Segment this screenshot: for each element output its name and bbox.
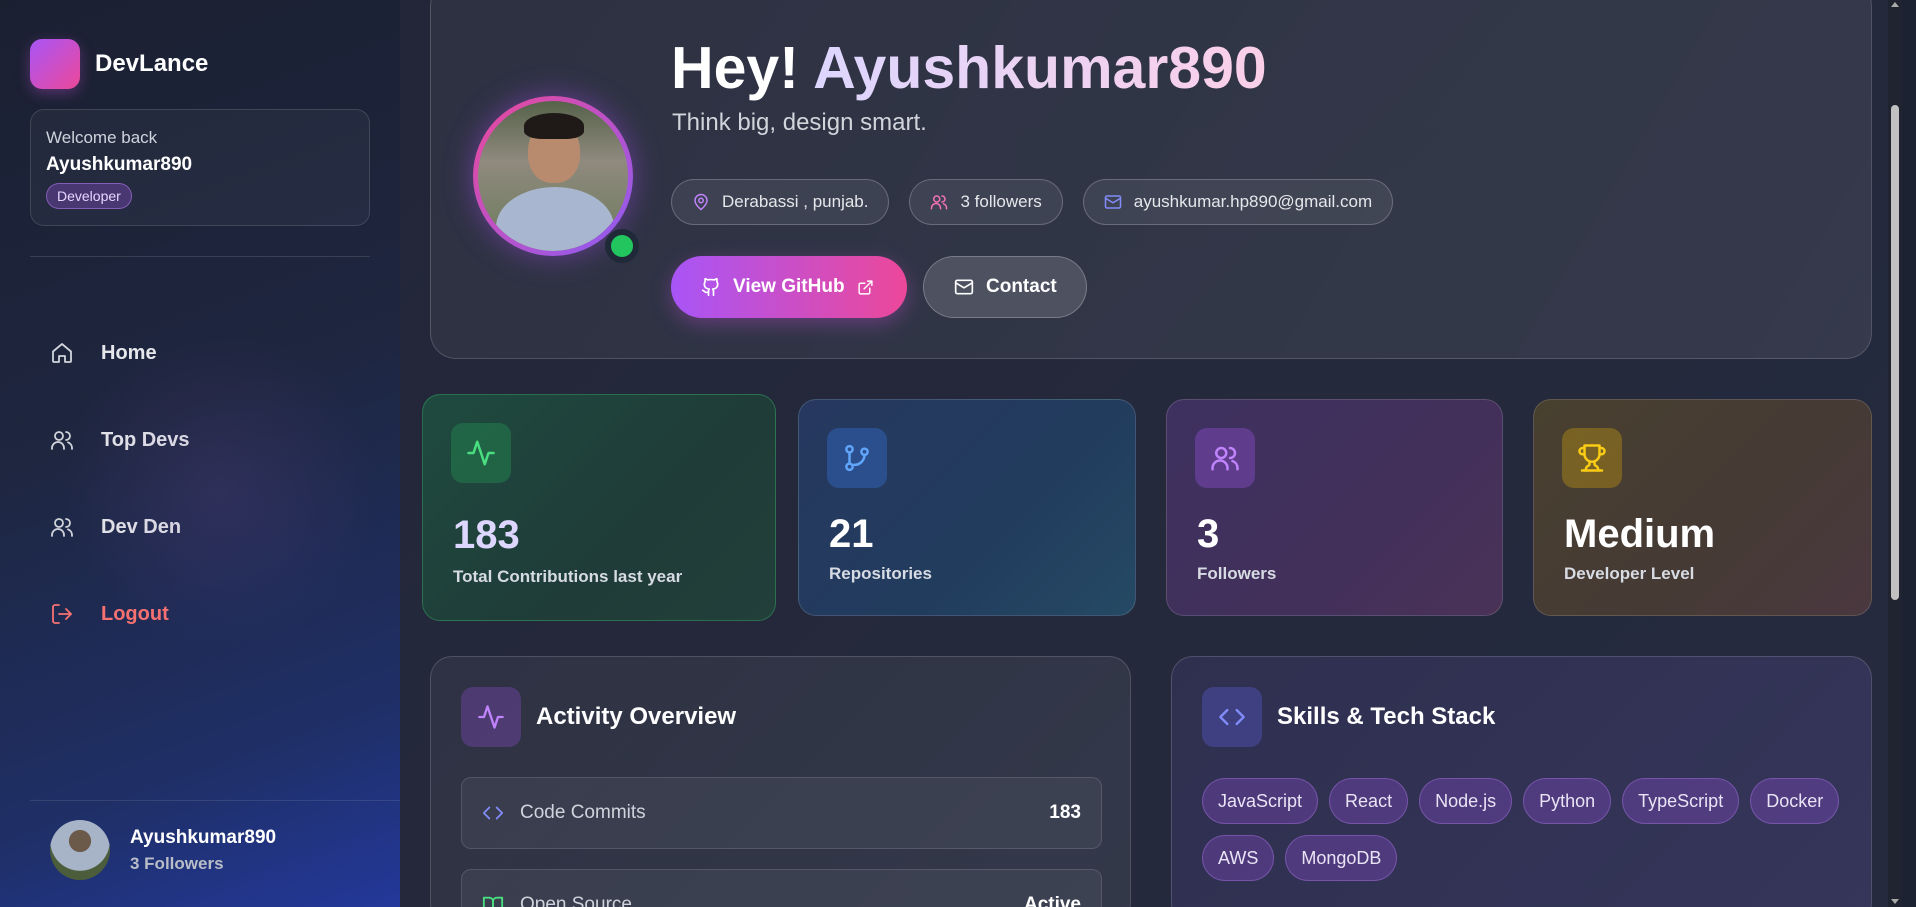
location-text: Derabassi , punjab. (722, 192, 869, 211)
skill-tag[interactable]: Python (1523, 778, 1612, 824)
git-branch-icon (827, 428, 887, 488)
sidebar-nav: Home Top Devs Dev Den Logout (30, 322, 370, 670)
skill-tag[interactable]: React (1329, 778, 1409, 824)
profile-actions: View GitHub Contact (671, 256, 1087, 318)
sidebar-divider (30, 256, 370, 257)
users-icon (931, 195, 948, 210)
map-pin-icon (694, 193, 708, 211)
email-text: ayushkumar.hp890@gmail.com (1133, 192, 1373, 211)
page-title: Hey! Ayushkumar890 (671, 34, 1267, 102)
stat-value: 3 (1197, 512, 1220, 556)
hero-username: Ayushkumar890 (813, 35, 1267, 101)
skills-panel: Skills & Tech Stack JavaScript React Nod… (1171, 656, 1872, 907)
users-icon (51, 518, 73, 537)
activity-row-open-source[interactable]: Open Source Active (461, 869, 1102, 907)
activity-icon (461, 687, 521, 747)
logout-icon (52, 604, 72, 624)
sidebar-item-logout[interactable]: Logout (30, 583, 370, 645)
sidebar-user-profile[interactable]: Ayushkumar890 3 Followers (50, 820, 276, 880)
skill-tag[interactable]: TypeScript (1622, 778, 1740, 824)
stat-card-contributions[interactable]: 183 Total Contributions last year (422, 394, 776, 621)
location-pill: Derabassi , punjab. (671, 179, 890, 225)
sidebar-item-dev-den[interactable]: Dev Den (30, 496, 370, 558)
activity-row-value: 183 (1049, 802, 1081, 823)
profile-info-pills: Derabassi , punjab. 3 followers ayushkum… (671, 179, 1413, 225)
followers-pill: 3 followers (909, 179, 1063, 225)
contact-button[interactable]: Contact (923, 256, 1087, 318)
online-status-indicator (605, 229, 639, 263)
stat-value: 183 (453, 513, 520, 557)
stat-label: Followers (1197, 564, 1277, 583)
trophy-icon (1562, 428, 1622, 488)
avatar (50, 820, 110, 880)
welcome-text: Welcome back (46, 128, 158, 147)
scroll-up-icon[interactable] (1891, 2, 1899, 7)
view-github-label: View GitHub (733, 276, 845, 297)
sidebar-item-label: Logout (101, 602, 169, 625)
sidebar-item-label: Top Devs (101, 428, 190, 451)
followers-text: 3 followers (960, 192, 1042, 211)
panel-title: Activity Overview (536, 703, 737, 730)
skill-tag[interactable]: MongoDB (1285, 835, 1398, 881)
external-link-icon (857, 279, 873, 295)
code-icon (482, 806, 504, 820)
stat-card-level[interactable]: Medium Developer Level (1533, 399, 1872, 616)
stat-value: Medium (1564, 512, 1716, 556)
skill-tag[interactable]: JavaScript (1202, 778, 1319, 824)
brand[interactable]: DevLance (30, 39, 208, 89)
activity-row-value: Active (1023, 894, 1081, 907)
activity-overview-panel: Activity Overview Code Commits 183 Open … (430, 656, 1131, 907)
scrollbar[interactable] (1888, 0, 1902, 907)
stat-label: Repositories (829, 564, 932, 583)
view-github-button[interactable]: View GitHub (671, 256, 907, 318)
activity-row-name: Code Commits (520, 802, 646, 823)
skill-tag[interactable]: AWS (1202, 835, 1275, 881)
contact-label: Contact (986, 276, 1057, 297)
users-icon (1195, 428, 1255, 488)
footer-username: Ayushkumar890 (130, 826, 277, 848)
sidebar-item-label: Dev Den (101, 515, 182, 538)
scroll-down-icon[interactable] (1891, 899, 1899, 904)
users-icon (51, 431, 73, 450)
book-open-icon (482, 896, 504, 907)
mail-icon (954, 279, 974, 295)
stat-label: Total Contributions last year (453, 567, 683, 586)
profile-avatar-ring (473, 96, 633, 256)
footer-followers: 3 Followers (130, 853, 224, 873)
welcome-card: Welcome back Ayushkumar890 Developer (30, 109, 370, 226)
profile-tagline: Think big, design smart. (672, 109, 927, 136)
brand-name: DevLance (95, 50, 209, 77)
email-pill[interactable]: ayushkumar.hp890@gmail.com (1082, 179, 1394, 225)
panel-title: Skills & Tech Stack (1277, 703, 1496, 730)
sidebar: DevLance Welcome back Ayushkumar890 Deve… (0, 0, 400, 907)
home-icon (52, 343, 72, 363)
scrollbar-thumb[interactable] (1891, 105, 1899, 600)
code-icon (1202, 687, 1262, 747)
stat-card-followers[interactable]: 3 Followers (1166, 399, 1503, 616)
skill-tag[interactable]: Node.js (1419, 778, 1513, 824)
welcome-username: Ayushkumar890 (46, 154, 193, 175)
profile-avatar (478, 101, 628, 251)
activity-row-name: Open Source (520, 894, 632, 907)
sidebar-item-label: Home (101, 341, 157, 364)
stat-label: Developer Level (1564, 564, 1695, 583)
sidebar-item-top-devs[interactable]: Top Devs (30, 409, 370, 471)
greeting-text: Hey! (671, 35, 799, 101)
sidebar-footer-divider (30, 800, 400, 801)
sidebar-item-home[interactable]: Home (30, 322, 370, 384)
activity-icon (451, 423, 511, 483)
profile-hero: Hey! Ayushkumar890 Think big, design sma… (430, 0, 1872, 359)
stat-value: 21 (829, 512, 874, 556)
mail-icon (1104, 195, 1121, 209)
stat-card-repositories[interactable]: 21 Repositories (798, 399, 1136, 616)
skill-tag[interactable]: Docker (1750, 778, 1840, 824)
brand-logo (30, 39, 80, 89)
activity-row-code-commits[interactable]: Code Commits 183 (461, 777, 1102, 849)
skill-tags: JavaScript React Node.js Python TypeScri… (1202, 778, 1852, 892)
github-icon (701, 277, 719, 297)
role-badge: Developer (46, 183, 132, 209)
